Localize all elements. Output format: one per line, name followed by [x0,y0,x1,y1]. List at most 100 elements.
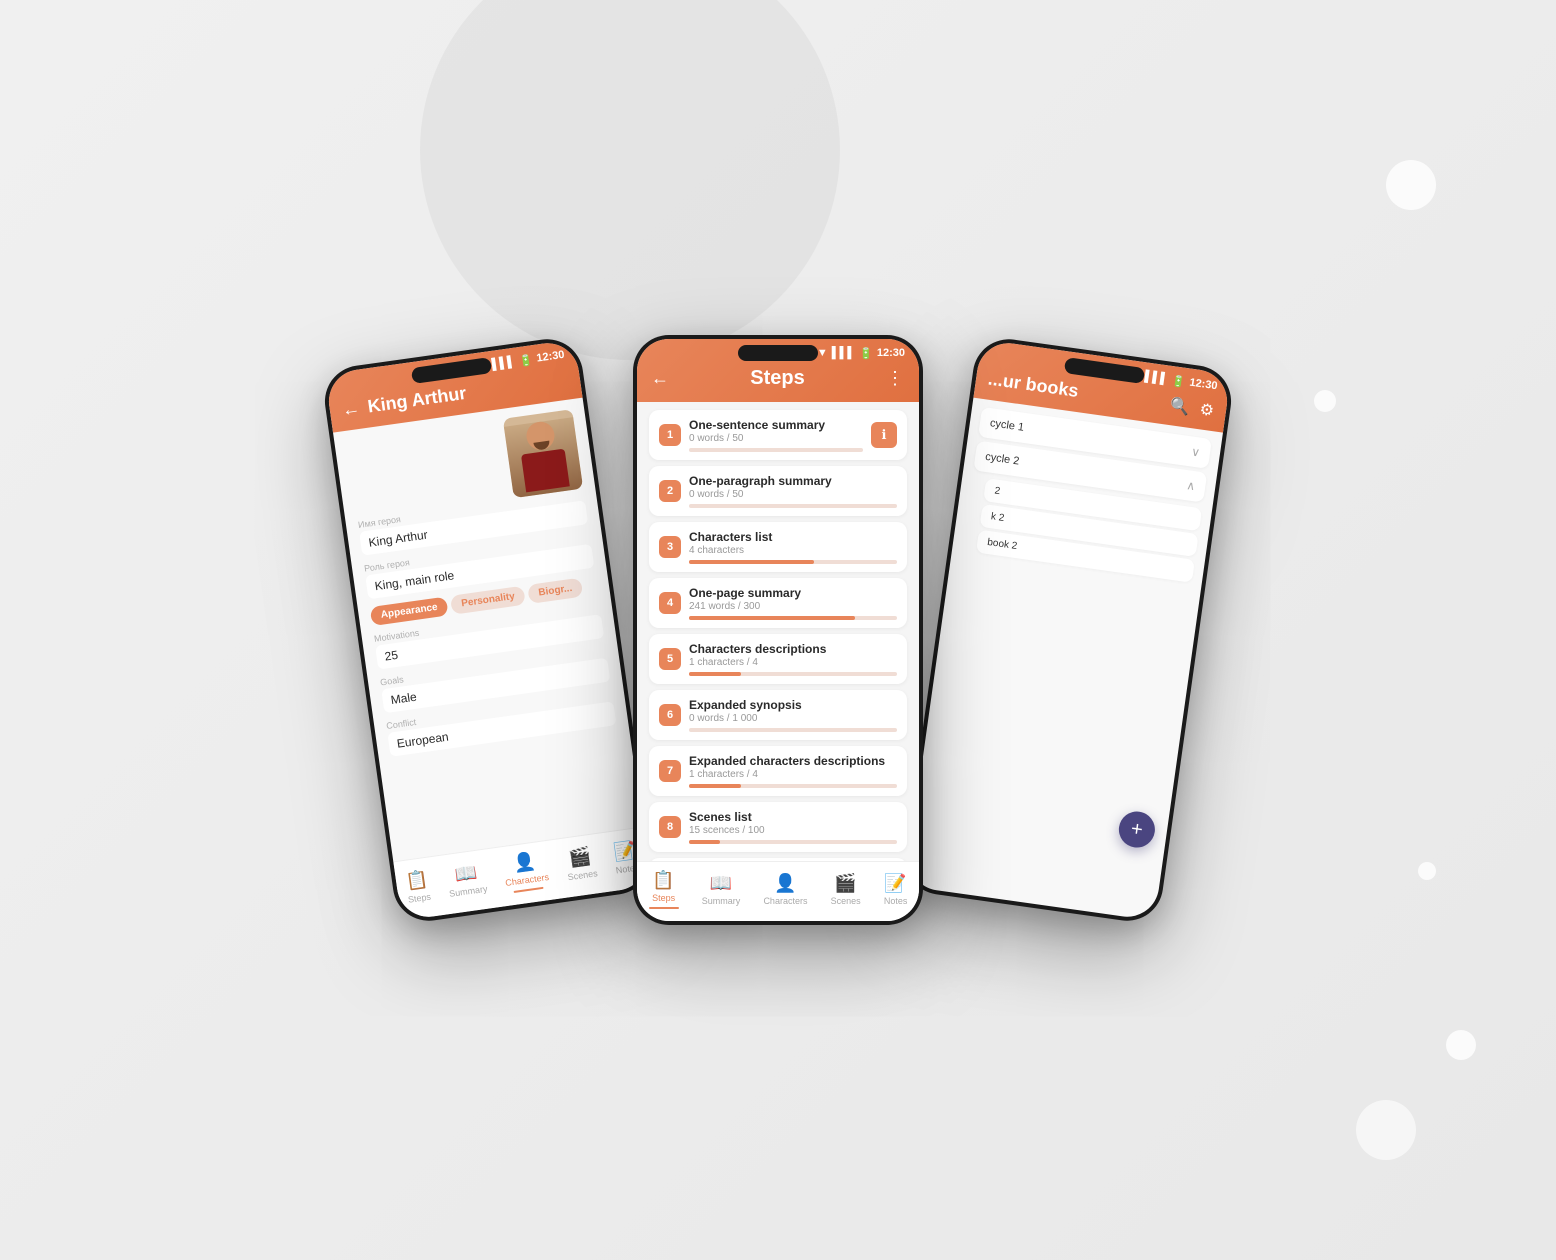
search-icon-right[interactable]: 🔍 [1169,395,1192,418]
phone-right-screen: ▼ ▌▌▌ 🔋 12:30 ...ur books 🔍 ⚙ cycle 1 ∨ [905,339,1231,921]
signal-icon-right: ▌▌▌ [1144,370,1169,385]
steps-header-row: ← Steps ⋮ [651,367,905,390]
step-content-4: One-page summary 241 words / 300 [689,586,897,620]
sub-item-label-3: book 2 [987,537,1018,552]
step-progress-bar-5 [689,672,897,676]
nav-steps-label-center: Steps [652,893,675,903]
king-beard [533,441,550,451]
step-progress-bar-3 [689,560,897,564]
step-num-3: 3 [659,536,681,558]
collapse-icon-cycle1[interactable]: ∨ [1190,444,1201,459]
step-item-4[interactable]: 4 One-page summary 241 words / 300 [649,578,907,628]
nav-scenes-center[interactable]: 🎬 Scenes [831,873,861,906]
step-item-5[interactable]: 5 Characters descriptions 1 characters /… [649,634,907,684]
step-content-2: One-paragraph summary 0 words / 50 [689,474,897,508]
phone-center: ▼ ▌▌▌ 🔋 12:30 ← Steps ⋮ 1 [633,335,923,925]
step-item-3[interactable]: 3 Characters list 4 characters [649,522,907,572]
step-progress-bar-2 [689,504,897,508]
signal-icon-center: ▌▌▌ [832,347,855,359]
step-num-6: 6 [659,704,681,726]
step-progress-fill-5 [689,672,741,676]
avatar-figure [504,417,583,498]
sub-item-label-2: k 2 [990,511,1005,524]
phones-wrapper: ▼ ▌▌▌ 🔋 12:30 ← King Arthur [328,105,1228,1155]
bg-decoration-4 [1418,862,1436,880]
step-name-5: Characters descriptions [689,642,897,656]
chars-icon-center: 👤 [774,873,796,894]
step-content-6: Expanded synopsis 0 words / 1 000 [689,698,897,732]
step-info-btn-1[interactable]: ℹ [871,422,897,448]
step-name-4: One-page summary [689,586,897,600]
nav-steps-center[interactable]: 📋 Steps [649,870,679,909]
bg-decoration-6 [1356,1100,1416,1160]
step-progress-fill-4 [689,616,855,620]
step-meta-1: 0 words / 50 [689,433,863,444]
book-cycle2-label: cycle 2 [984,451,1020,468]
step-content-5: Characters descriptions 1 characters / 4 [689,642,897,676]
chars-icon-left: 👤 [512,851,537,875]
step-meta-8: 15 scences / 100 [689,825,897,836]
nav-notes-label-center: Notes [884,896,908,906]
step-progress-bar-8 [689,840,897,844]
nav-steps-left[interactable]: 📋 Steps [404,869,431,905]
step-name-6: Expanded synopsis [689,698,897,712]
nav-steps-label-left: Steps [407,892,431,905]
step-meta-7: 1 characters / 4 [689,769,897,780]
nav-chars-label-left: Characters [505,872,550,888]
nav-summary-label-center: Summary [702,896,741,906]
step-name-8: Scenes list [689,810,897,824]
expand-icon-cycle2[interactable]: ∧ [1186,478,1197,493]
battery-icon-right: 🔋 [1171,374,1186,389]
step-num-8: 8 [659,816,681,838]
bottom-nav-center: 📋 Steps 📖 Summary 👤 Characters 🎬 Scenes [637,861,919,921]
step-progress-bar-1 [689,448,863,452]
back-arrow-center[interactable]: ← [651,368,669,389]
nav-scenes-left[interactable]: 🎬 Scenes [564,845,598,882]
fab-add-button[interactable]: + [1117,809,1158,850]
summary-icon-left: 📖 [453,862,478,886]
bg-decoration-5 [1446,1030,1476,1060]
step-content-3: Characters list 4 characters [689,530,897,564]
step-name-3: Characters list [689,530,897,544]
notes-icon-center: 📝 [884,873,906,894]
settings-icon-right[interactable]: ⚙ [1198,399,1215,421]
back-arrow-left[interactable]: ← [341,398,362,421]
nav-indicator-center [649,907,679,909]
battery-icon: 🔋 [518,353,533,368]
wifi-icon-center: ▼ [817,347,828,359]
phone-left: ▼ ▌▌▌ 🔋 12:30 ← King Arthur [320,335,655,926]
step-item-6[interactable]: 6 Expanded synopsis 0 words / 1 000 [649,690,907,740]
nav-summary-center[interactable]: 📖 Summary [702,873,741,906]
book-list: cycle 1 ∨ cycle 2 ∧ 2 k 2 book 2 [951,398,1223,595]
nav-chars-label-center: Characters [763,896,807,906]
step-item-1[interactable]: 1 One-sentence summary 0 words / 50 ℹ [649,410,907,460]
char-avatar [503,409,583,498]
nav-characters-left[interactable]: 👤 Characters [501,849,550,894]
steps-list: 1 One-sentence summary 0 words / 50 ℹ 2 … [637,402,919,894]
step-item-8[interactable]: 8 Scenes list 15 scences / 100 [649,802,907,852]
steps-icon-left: 📋 [404,869,429,893]
step-name-1: One-sentence summary [689,418,863,432]
step-content-8: Scenes list 15 scences / 100 [689,810,897,844]
phone-center-screen: ▼ ▌▌▌ 🔋 12:30 ← Steps ⋮ 1 [637,339,919,921]
nav-characters-center[interactable]: 👤 Characters [763,873,807,906]
step-item-2[interactable]: 2 One-paragraph summary 0 words / 50 [649,466,907,516]
signal-icon: ▌▌▌ [491,356,516,371]
nav-summary-left[interactable]: 📖 Summary [445,861,488,899]
more-options-center[interactable]: ⋮ [886,368,905,389]
book-cycle1-label: cycle 1 [989,417,1025,434]
step-meta-5: 1 characters / 4 [689,657,897,668]
step-name-2: One-paragraph summary [689,474,897,488]
step-item-7[interactable]: 7 Expanded characters descriptions 1 cha… [649,746,907,796]
nav-indicator-left [514,887,544,893]
step-meta-3: 4 characters [689,545,897,556]
tab-biography[interactable]: Biogr... [527,578,583,604]
battery-icon-center: 🔋 [859,347,873,360]
nav-notes-center[interactable]: 📝 Notes [884,873,908,906]
tab-appearance[interactable]: Appearance [370,596,449,626]
tab-personality[interactable]: Personality [450,586,526,615]
phone-left-screen: ▼ ▌▌▌ 🔋 12:30 ← King Arthur [325,339,651,921]
steps-title: Steps [750,367,804,390]
char-content: Имя героя King Arthur Роль героя King, m… [333,398,647,891]
phone-center-notch [738,345,818,361]
